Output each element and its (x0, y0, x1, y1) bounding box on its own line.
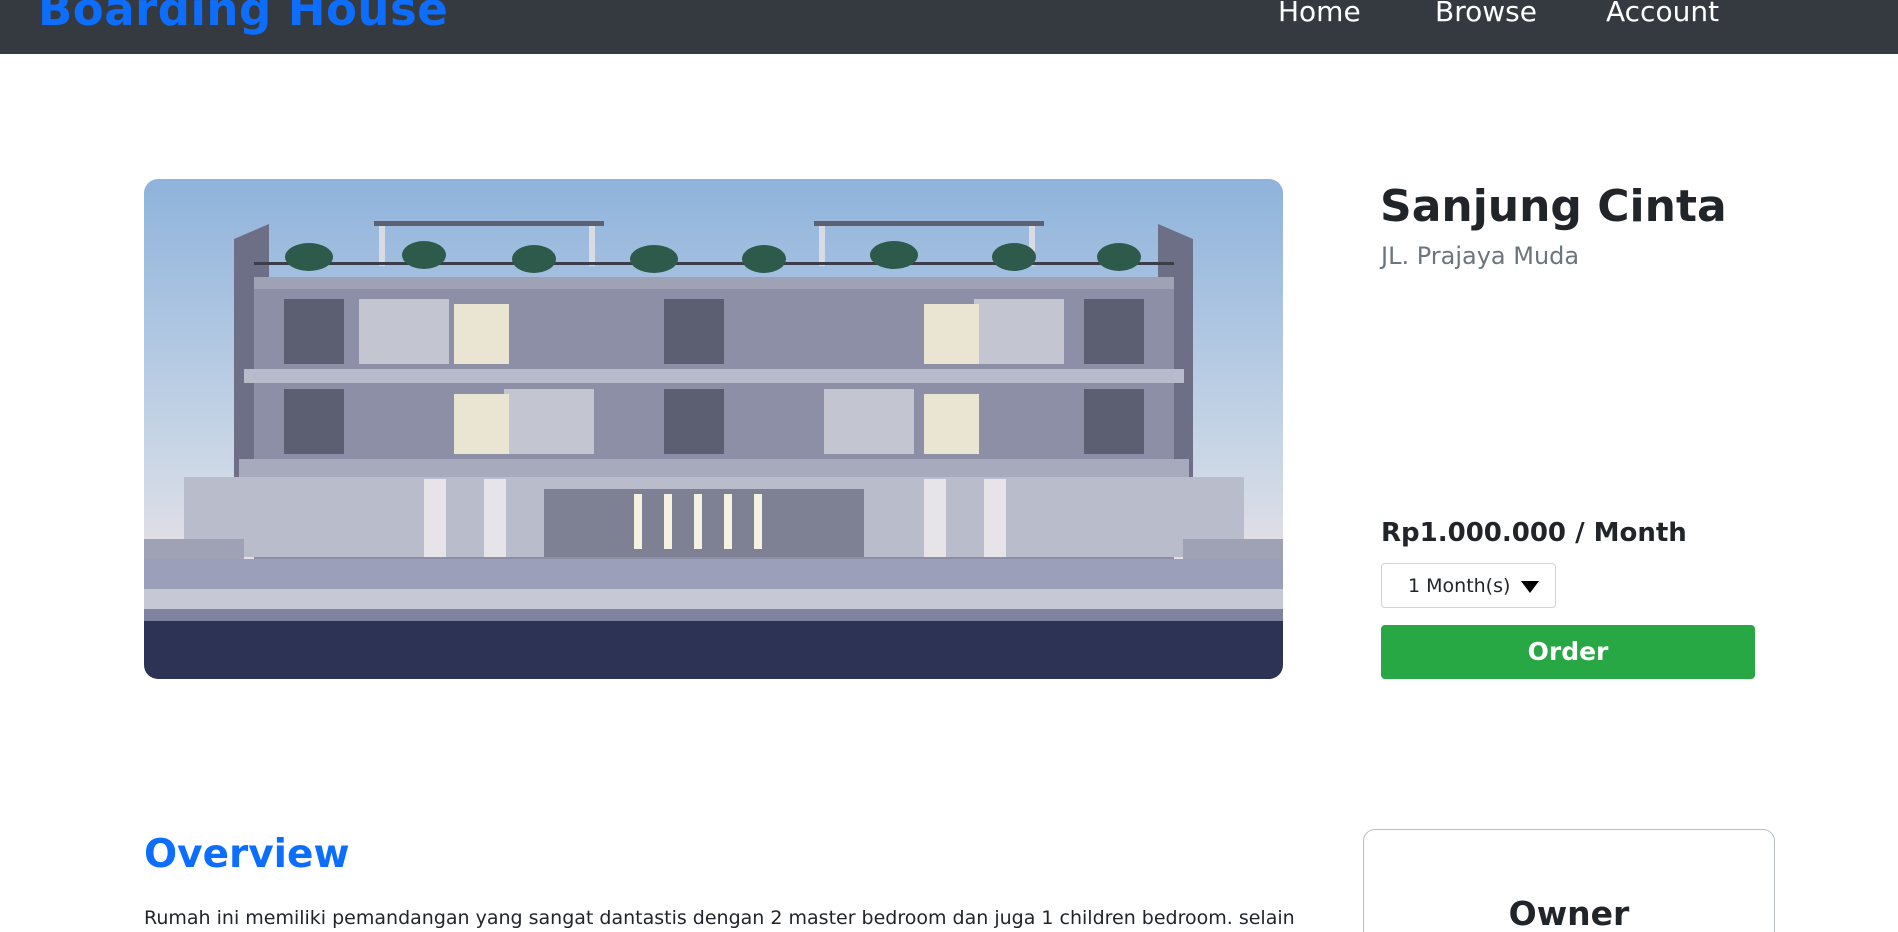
brand-logo-link[interactable]: Boarding House (38, 0, 448, 40)
owner-card: Owner (1363, 829, 1775, 932)
overview-description: Rumah ini memiliki pemandangan yang sang… (144, 907, 1297, 929)
duration-select-value: 1 Month(s) (1408, 575, 1511, 597)
order-button[interactable]: Order (1381, 625, 1755, 679)
listing-price: Rp1.000.000 / Month (1381, 518, 1687, 548)
owner-card-title: Owner (1508, 894, 1630, 932)
listing-photo (144, 179, 1283, 679)
nav-link-home[interactable]: Home (1278, 0, 1361, 29)
caret-down-icon (1521, 581, 1539, 593)
nav-link-browse[interactable]: Browse (1435, 0, 1537, 29)
listing-address: JL. Prajaya Muda (1381, 242, 1580, 270)
top-navbar: Boarding House Home Browse Account (0, 0, 1898, 54)
nav-link-account[interactable]: Account (1606, 0, 1719, 29)
duration-select[interactable]: 1 Month(s) (1381, 563, 1556, 608)
listing-title: Sanjung Cinta (1380, 181, 1727, 232)
overview-heading: Overview (144, 832, 350, 877)
